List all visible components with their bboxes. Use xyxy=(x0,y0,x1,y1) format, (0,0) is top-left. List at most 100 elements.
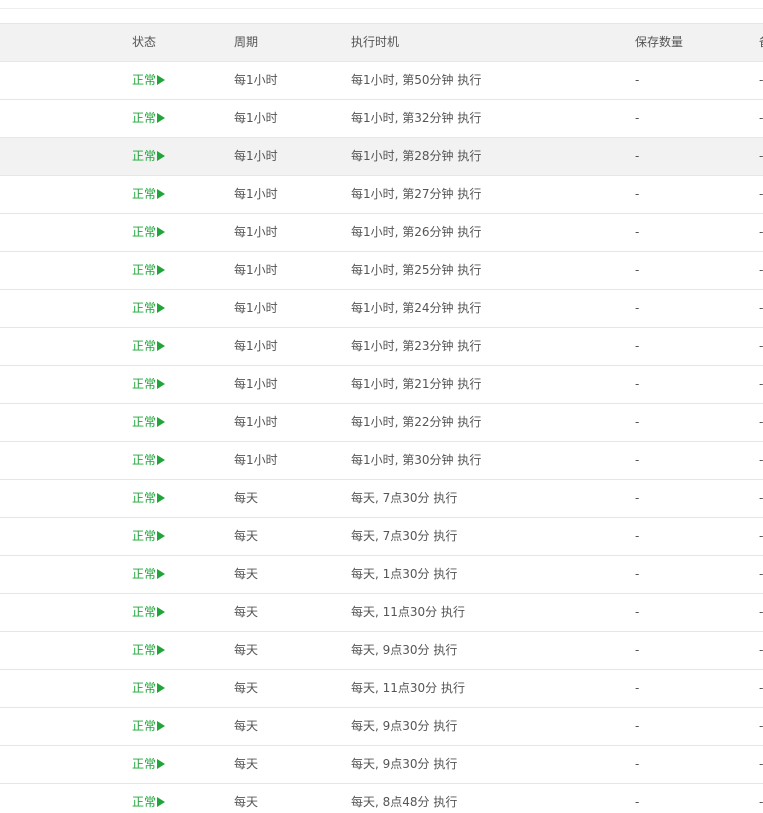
status-cell[interactable]: 正常 xyxy=(132,100,222,137)
table-row: 正常 每1小时 每1小时, 第25分钟 执行 - - xyxy=(0,252,763,290)
status-text[interactable]: 正常 xyxy=(132,377,156,391)
exec-time-cell: 每天, 9点30分 执行 xyxy=(351,719,458,733)
op-cell: - xyxy=(759,149,763,163)
status-text[interactable]: 正常 xyxy=(132,453,156,467)
status-cell[interactable]: 正常 xyxy=(132,214,222,251)
status-cell[interactable]: 正常 xyxy=(132,518,222,555)
status-cell[interactable]: 正常 xyxy=(132,328,222,365)
status-cell[interactable]: 正常 xyxy=(132,670,222,707)
table-row: 正常 每天 每天, 11点30分 执行 - - xyxy=(0,594,763,632)
status-text[interactable]: 正常 xyxy=(132,339,156,353)
cycle-cell: 每天 xyxy=(234,757,259,771)
keep-count-cell: - xyxy=(635,529,640,543)
status-cell[interactable]: 正常 xyxy=(132,556,222,593)
top-strip xyxy=(0,0,763,9)
cycle-cell: 每天 xyxy=(234,719,259,733)
header-keep-count[interactable]: 保存数量 xyxy=(635,24,745,61)
play-icon[interactable] xyxy=(157,797,166,807)
status-text[interactable]: 正常 xyxy=(132,643,156,657)
table-row: 正常 每1小时 每1小时, 第32分钟 执行 - - xyxy=(0,100,763,138)
exec-time-cell: 每1小时, 第50分钟 执行 xyxy=(351,73,482,87)
op-cell: - xyxy=(759,73,763,87)
status-text[interactable]: 正常 xyxy=(132,681,156,695)
play-icon[interactable] xyxy=(157,189,166,199)
header-exec-time[interactable]: 执行时机 xyxy=(351,24,621,61)
play-icon[interactable] xyxy=(157,417,166,427)
play-icon[interactable] xyxy=(157,151,166,161)
header-cycle[interactable]: 周期 xyxy=(234,24,344,61)
play-icon[interactable] xyxy=(157,721,166,731)
op-cell: - xyxy=(759,187,763,201)
status-cell[interactable]: 正常 xyxy=(132,176,222,213)
status-text[interactable]: 正常 xyxy=(132,111,156,125)
status-cell[interactable]: 正常 xyxy=(132,138,222,175)
status-cell[interactable]: 正常 xyxy=(132,290,222,327)
play-icon[interactable] xyxy=(157,607,166,617)
header-status[interactable]: 状态 xyxy=(132,24,222,61)
status-text[interactable]: 正常 xyxy=(132,149,156,163)
status-cell[interactable]: 正常 xyxy=(132,784,222,813)
cycle-cell: 每1小时 xyxy=(234,187,278,201)
play-icon[interactable] xyxy=(157,341,166,351)
cycle-cell: 每1小时 xyxy=(234,339,278,353)
op-cell: - xyxy=(759,301,763,315)
status-text[interactable]: 正常 xyxy=(132,605,156,619)
status-cell[interactable]: 正常 xyxy=(132,62,222,99)
table-row: 正常 每1小时 每1小时, 第22分钟 执行 - - xyxy=(0,404,763,442)
status-text[interactable]: 正常 xyxy=(132,415,156,429)
status-text[interactable]: 正常 xyxy=(132,529,156,543)
status-cell[interactable]: 正常 xyxy=(132,632,222,669)
status-text[interactable]: 正常 xyxy=(132,73,156,87)
status-text[interactable]: 正常 xyxy=(132,567,156,581)
play-icon[interactable] xyxy=(157,227,166,237)
op-cell: - xyxy=(759,605,763,619)
status-cell[interactable]: 正常 xyxy=(132,480,222,517)
play-icon[interactable] xyxy=(157,113,166,123)
status-text[interactable]: 正常 xyxy=(132,719,156,733)
op-cell: - xyxy=(759,263,763,277)
table-body: 正常 每1小时 每1小时, 第50分钟 执行 - - 正常 每1小时 每1小时, 第32分钟 … xyxy=(0,62,763,813)
exec-time-cell: 每1小时, 第27分钟 执行 xyxy=(351,187,482,201)
play-icon[interactable] xyxy=(157,379,166,389)
play-icon[interactable] xyxy=(157,683,166,693)
status-text[interactable]: 正常 xyxy=(132,301,156,315)
table-row: 正常 每1小时 每1小时, 第26分钟 执行 - - xyxy=(0,214,763,252)
status-text[interactable]: 正常 xyxy=(132,757,156,771)
keep-count-cell: - xyxy=(635,263,640,277)
status-cell[interactable]: 正常 xyxy=(132,442,222,479)
table-row: 正常 每1小时 每1小时, 第30分钟 执行 - - xyxy=(0,442,763,480)
status-cell[interactable]: 正常 xyxy=(132,594,222,631)
keep-count-cell: - xyxy=(635,377,640,391)
status-cell[interactable]: 正常 xyxy=(132,366,222,403)
play-icon[interactable] xyxy=(157,531,166,541)
status-cell[interactable]: 正常 xyxy=(132,708,222,745)
exec-time-cell: 每1小时, 第30分钟 执行 xyxy=(351,453,482,467)
status-text[interactable]: 正常 xyxy=(132,491,156,505)
op-cell: - xyxy=(759,377,763,391)
status-text[interactable]: 正常 xyxy=(132,187,156,201)
play-icon[interactable] xyxy=(157,645,166,655)
status-cell[interactable]: 正常 xyxy=(132,404,222,441)
op-cell: - xyxy=(759,567,763,581)
cycle-cell: 每天 xyxy=(234,681,259,695)
status-text[interactable]: 正常 xyxy=(132,263,156,277)
cycle-cell: 每天 xyxy=(234,605,259,619)
status-text[interactable]: 正常 xyxy=(132,795,156,809)
exec-time-cell: 每天, 8点48分 执行 xyxy=(351,795,458,809)
cycle-cell: 每1小时 xyxy=(234,453,278,467)
play-icon[interactable] xyxy=(157,303,166,313)
play-icon[interactable] xyxy=(157,493,166,503)
header-op-partial: 备 xyxy=(759,24,763,61)
play-icon[interactable] xyxy=(157,569,166,579)
play-icon[interactable] xyxy=(157,75,166,85)
status-text[interactable]: 正常 xyxy=(132,225,156,239)
op-cell: - xyxy=(759,681,763,695)
play-icon[interactable] xyxy=(157,759,166,769)
play-icon[interactable] xyxy=(157,455,166,465)
op-cell: - xyxy=(759,111,763,125)
play-icon[interactable] xyxy=(157,265,166,275)
keep-count-cell: - xyxy=(635,149,640,163)
op-cell: - xyxy=(759,415,763,429)
status-cell[interactable]: 正常 xyxy=(132,252,222,289)
status-cell[interactable]: 正常 xyxy=(132,746,222,783)
